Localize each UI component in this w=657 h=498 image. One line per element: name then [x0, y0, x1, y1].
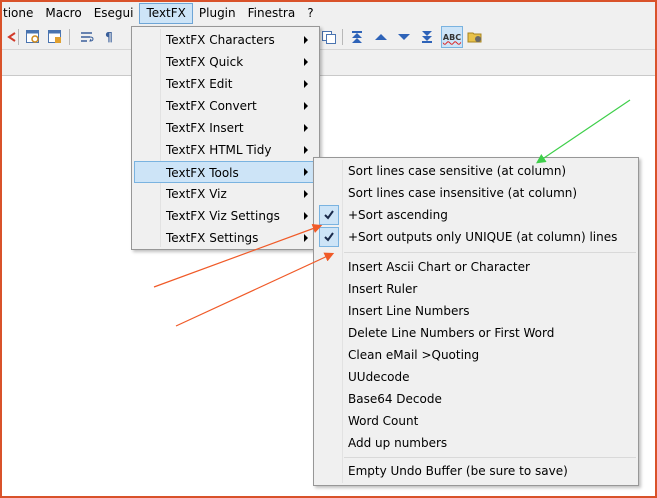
green-arrow	[536, 99, 631, 164]
window-frame: tione Macro Esegui TextFX Plugin Finestr…	[0, 0, 657, 498]
orange-arrow-lower	[175, 252, 335, 327]
annotation-overlay	[153, 99, 631, 327]
orange-arrow-upper	[153, 223, 323, 288]
